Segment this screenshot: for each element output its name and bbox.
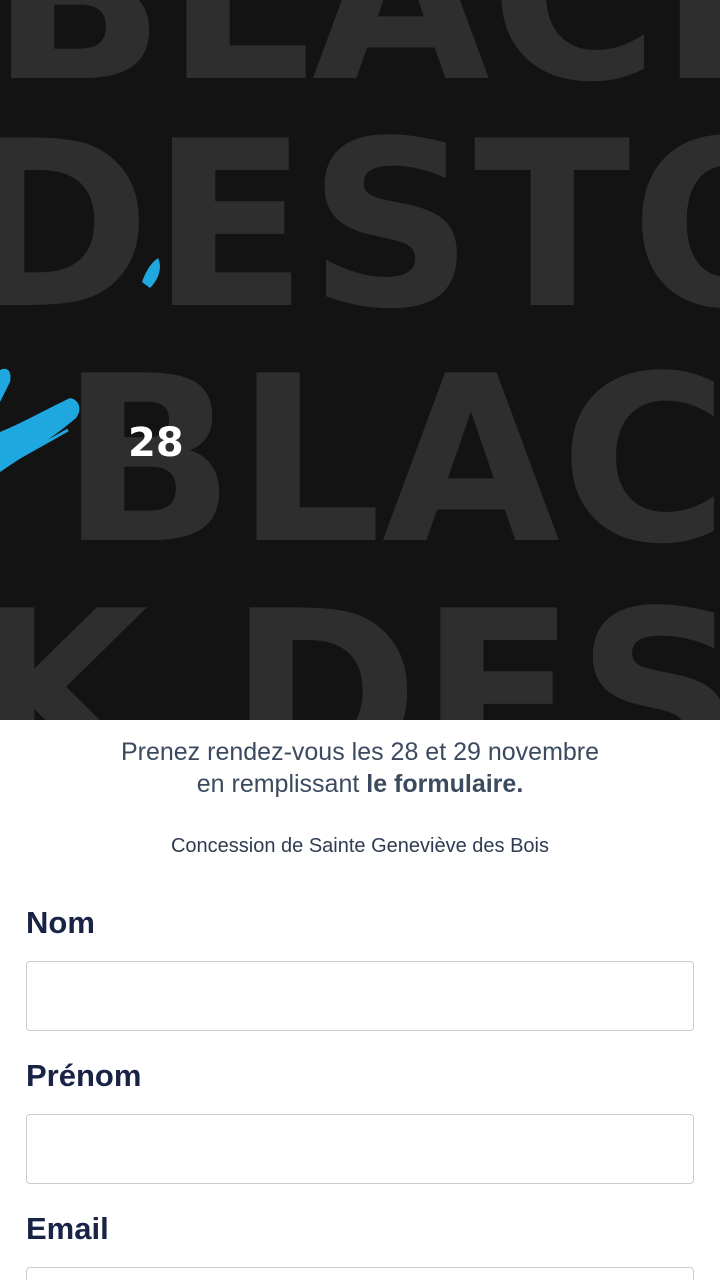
- hero-graphic: BLACK D DESTOC BLACK K DEST 28: [0, 0, 720, 720]
- hero-word-2: DESTOC: [0, 93, 720, 360]
- paint-stroke-left: [0, 368, 11, 402]
- nom-label: Nom: [26, 905, 95, 940]
- hero-word-4: K DEST: [0, 563, 720, 720]
- nom-input[interactable]: [26, 961, 694, 1031]
- prenom-input[interactable]: [26, 1114, 694, 1184]
- intro-line-2: en remplissant le formulaire.: [0, 768, 720, 800]
- intro-text: Prenez rendez-vous les 28 et 29 novembre…: [0, 736, 720, 800]
- intro-line-2-prefix: en remplissant: [196, 770, 367, 798]
- email-label: Email: [26, 1211, 109, 1246]
- dealership-location: Concession de Sainte Geneviève des Bois: [170, 835, 549, 857]
- intro-line-2-bold: le formulaire.: [366, 770, 524, 798]
- hero-banner: BLACK D DESTOC BLACK K DEST 28: [0, 0, 720, 720]
- hero-date-badge: 28: [128, 420, 184, 466]
- prenom-label: Prénom: [26, 1058, 142, 1093]
- intro-line-1: Prenez rendez-vous les 28 et 29 novembre: [120, 738, 600, 766]
- email-input[interactable]: [26, 1267, 694, 1280]
